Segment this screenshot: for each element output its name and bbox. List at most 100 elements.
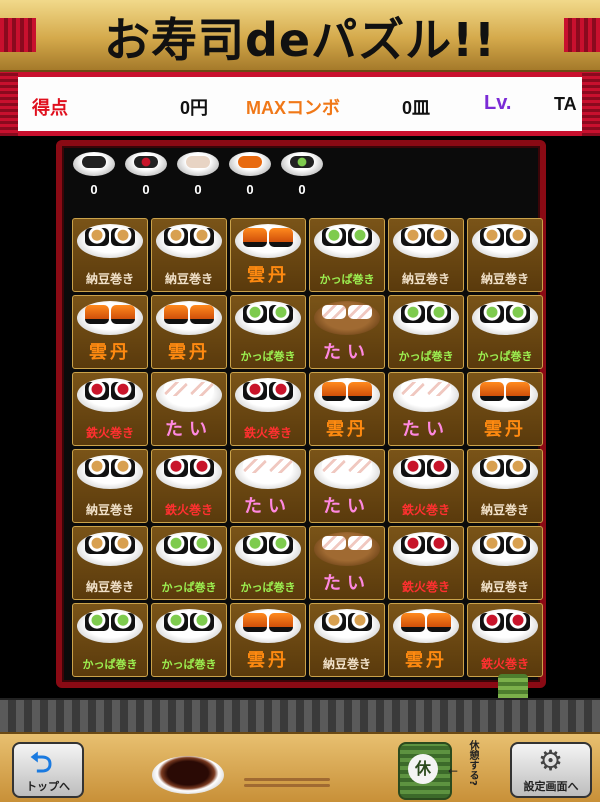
sushi-tile[interactable]: 鉄火巻き — [388, 449, 464, 523]
sushi-tile-label: 雲丹 — [247, 265, 289, 286]
sushi-tile[interactable]: 鉄火巻き — [388, 526, 464, 600]
uni-icon — [229, 152, 271, 176]
tai-sushi-icon — [156, 378, 222, 412]
sushi-tile[interactable]: 雲丹 — [151, 295, 227, 369]
kappa-sushi-icon — [156, 532, 222, 566]
kappa-sushi-icon — [156, 609, 222, 643]
tai-sushi-icon — [393, 378, 459, 412]
sushi-tile[interactable]: 雲丹 — [72, 295, 148, 369]
scoreboard: 得点 0円 MAXコンボ 0皿 Lv. TA — [0, 72, 600, 136]
settings-button-label: 設定画面へ — [523, 780, 579, 793]
sushi-tile[interactable]: 納豆巻き — [467, 449, 543, 523]
sushi-tile[interactable]: かっぱ巻き — [230, 526, 306, 600]
sushi-tile-label: 納豆巻き — [480, 580, 529, 594]
sushi-tile-label: 納豆巻き — [401, 272, 450, 286]
sushi-tile[interactable]: かっぱ巻き — [230, 295, 306, 369]
sushi-tile[interactable]: 鉄火巻き — [230, 372, 306, 446]
game-title: お寿司deパズル!! — [103, 13, 497, 67]
sushi-tile[interactable]: 鉄火巻き — [467, 603, 543, 677]
sushi-tile[interactable]: 雲丹 — [388, 603, 464, 677]
tai-sushi-icon — [314, 532, 380, 566]
tai-sushi-icon — [314, 301, 380, 335]
level-label: Lv. — [484, 92, 512, 114]
tekka-sushi-icon — [77, 378, 143, 412]
sushi-tile[interactable]: 納豆巻き — [309, 603, 385, 677]
sushi-tile[interactable]: 納豆巻き — [72, 526, 148, 600]
sushi-tile[interactable]: 納豆巻き — [467, 218, 543, 292]
soy-sauce-plate-icon — [152, 756, 224, 794]
sushi-tile-label: 鉄火巻き — [401, 580, 450, 594]
natto-maki-icon — [73, 152, 115, 176]
natto-sushi-icon — [472, 455, 538, 489]
sushi-tile-label: かっぱ巻き — [161, 581, 217, 594]
kappa-sushi-icon — [235, 301, 301, 335]
puzzle-board: 0 0 0 0 0 納豆巻き 納豆巻き 雲丹 かっぱ巻き 納豆巻き 納豆巻き 雲丹 雲丹 かっぱ… — [56, 140, 546, 688]
counter-natto-maki: 0 — [72, 152, 116, 210]
sushi-tile[interactable]: かっぱ巻き — [151, 526, 227, 600]
score-label: 得点 — [32, 98, 68, 118]
tekka-sushi-icon — [235, 378, 301, 412]
sushi-tile[interactable]: かっぱ巻き — [309, 218, 385, 292]
sushi-tile[interactable]: たい — [309, 295, 385, 369]
counter-count: 0 — [194, 182, 202, 197]
sushi-tile-label: たい — [323, 496, 371, 517]
counter-count: 0 — [298, 182, 306, 197]
natto-sushi-icon — [77, 224, 143, 258]
tai-icon — [177, 152, 219, 176]
sushi-tile[interactable]: 鉄火巻き — [72, 372, 148, 446]
sushi-tile-label: 雲丹 — [326, 419, 368, 440]
sushi-tile[interactable]: かっぱ巻き — [388, 295, 464, 369]
sushi-tile-label: 鉄火巻き — [401, 503, 450, 517]
gear-icon: ⚙ — [538, 744, 564, 777]
sushi-tile[interactable]: 雲丹 — [467, 372, 543, 446]
uni-sushi-icon — [235, 609, 301, 643]
sushi-tile-label: 納豆巻き — [164, 272, 213, 286]
uni-sushi-icon — [235, 224, 301, 258]
natto-sushi-icon — [472, 224, 538, 258]
sushi-tile-label: 鉄火巻き — [243, 426, 292, 440]
sushi-tile-label: 納豆巻き — [322, 657, 371, 671]
sushi-tile[interactable]: たい — [309, 449, 385, 523]
title-banner: お寿司deパズル!! — [0, 0, 600, 72]
sushi-tile[interactable]: かっぱ巻き — [467, 295, 543, 369]
sushi-tile-label: 納豆巻き — [85, 580, 134, 594]
sushi-counter-strip — [0, 698, 600, 735]
sushi-tile[interactable]: たい — [388, 372, 464, 446]
sushi-tile[interactable]: 鉄火巻き — [151, 449, 227, 523]
natto-sushi-icon — [77, 532, 143, 566]
counter-tekka-maki: 0 — [124, 152, 168, 210]
kappa-sushi-icon — [77, 609, 143, 643]
settings-button[interactable]: ⚙ 設定画面へ — [510, 742, 592, 798]
sushi-tile[interactable]: 納豆巻き — [72, 449, 148, 523]
sushi-tile[interactable]: たい — [230, 449, 306, 523]
sushi-tile[interactable]: 納豆巻き — [72, 218, 148, 292]
sushi-tile[interactable]: 納豆巻き — [467, 526, 543, 600]
sushi-tile[interactable]: たい — [151, 372, 227, 446]
sushi-grid: 納豆巻き 納豆巻き 雲丹 かっぱ巻き 納豆巻き 納豆巻き 雲丹 雲丹 かっぱ巻き たい かっぱ巻きか… — [72, 218, 543, 680]
sushi-tile[interactable]: たい — [309, 526, 385, 600]
uni-sushi-icon — [393, 609, 459, 643]
sushi-tile[interactable]: 雲丹 — [230, 218, 306, 292]
sushi-tile-label: 雲丹 — [89, 342, 131, 363]
sushi-tile-label: かっぱ巻き — [240, 350, 296, 363]
tekka-sushi-icon — [393, 455, 459, 489]
counter-tai: 0 — [176, 152, 220, 210]
sushi-counters: 0 0 0 0 0 — [72, 152, 324, 210]
sushi-tile[interactable]: 納豆巻き — [388, 218, 464, 292]
return-arrow-icon: ⮌ — [30, 746, 53, 779]
rest-label: 休憩する? — [467, 740, 478, 786]
rest-button[interactable]: 休 — [398, 742, 452, 800]
natto-sushi-icon — [77, 455, 143, 489]
top-button[interactable]: ⮌ トップへ — [12, 742, 84, 798]
chopsticks-icon — [244, 776, 330, 790]
sushi-tile[interactable]: 雲丹 — [309, 372, 385, 446]
max-combo-label: MAXコンボ — [246, 98, 340, 118]
sushi-tile[interactable]: かっぱ巻き — [151, 603, 227, 677]
counter-count: 0 — [142, 182, 150, 197]
sushi-tile[interactable]: かっぱ巻き — [72, 603, 148, 677]
sushi-tile-label: かっぱ巻き — [161, 658, 217, 671]
tekka-sushi-icon — [393, 532, 459, 566]
sushi-tile[interactable]: 納豆巻き — [151, 218, 227, 292]
kappa-sushi-icon — [235, 532, 301, 566]
sushi-tile[interactable]: 雲丹 — [230, 603, 306, 677]
